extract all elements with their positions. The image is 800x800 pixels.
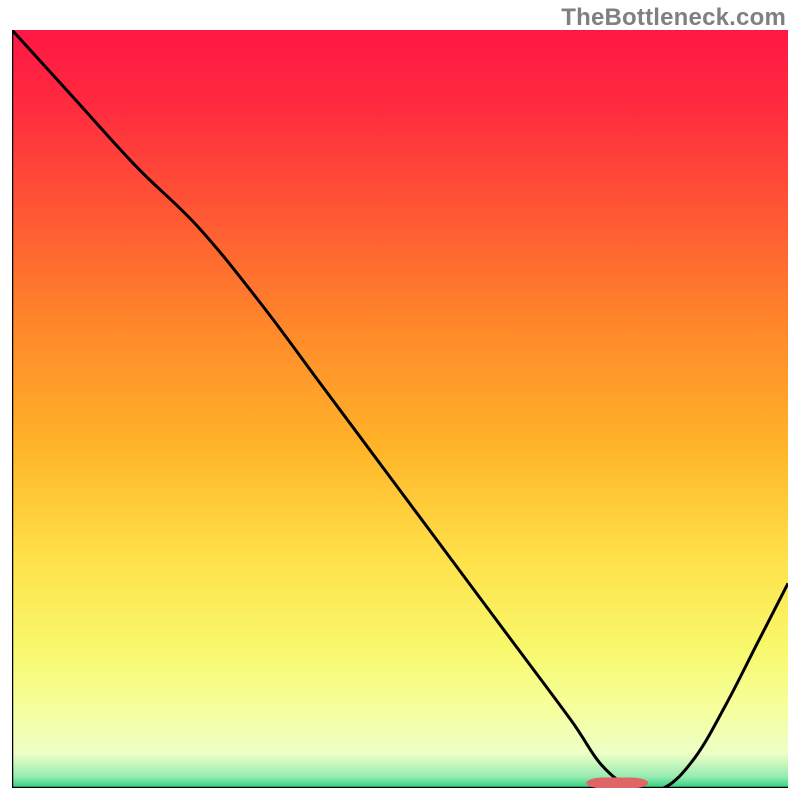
bottleneck-chart — [12, 30, 788, 788]
chart-stage: TheBottleneck.com — [0, 0, 800, 800]
watermark-text: TheBottleneck.com — [561, 4, 786, 32]
optimal-marker — [586, 777, 648, 788]
plot-background — [12, 30, 788, 788]
